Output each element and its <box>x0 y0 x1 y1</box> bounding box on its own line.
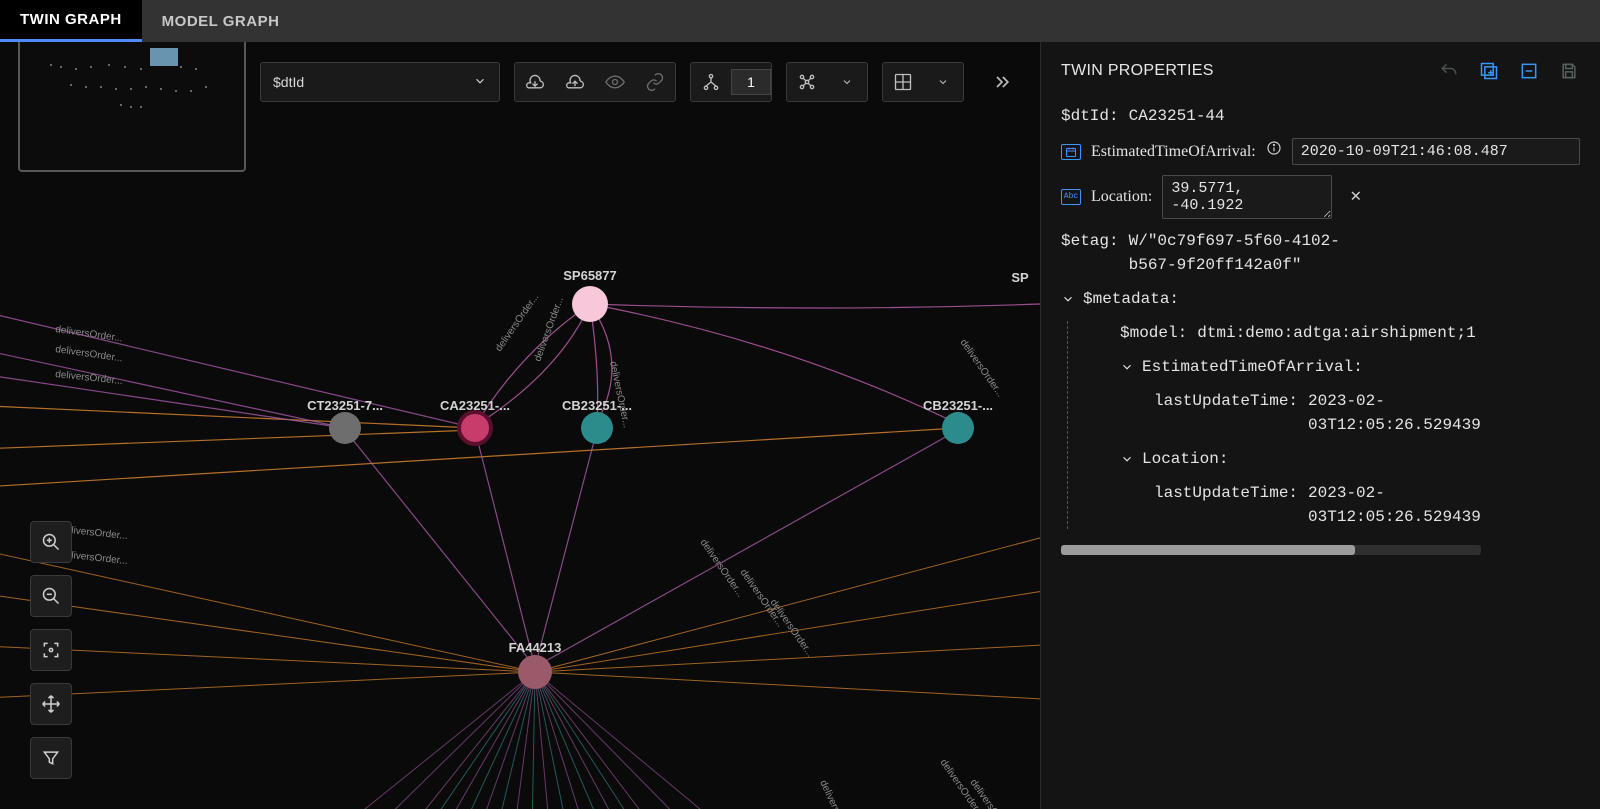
chevron-down-icon[interactable] <box>923 63 963 101</box>
collapse-all-icon[interactable] <box>1518 60 1540 82</box>
clear-icon[interactable]: ✕ <box>1350 184 1361 211</box>
svg-text:deliversOrder...: deliversOrder... <box>532 296 566 363</box>
panel-title: TWIN PROPERTIES <box>1061 62 1214 80</box>
canvas-tools <box>30 521 72 779</box>
metadata-label: $metadata: <box>1083 287 1179 311</box>
info-icon[interactable] <box>1266 140 1282 164</box>
model-label: $model: <box>1120 321 1187 345</box>
overflow-icon[interactable] <box>982 62 1022 102</box>
svg-text:CB23251-...: CB23251-... <box>923 398 993 413</box>
metadata-toggle[interactable]: $metadata: <box>1061 287 1179 311</box>
eta-input[interactable] <box>1292 138 1580 165</box>
location-label: Location: <box>1091 185 1152 209</box>
node-fa44213[interactable]: FA44213 <box>509 640 562 689</box>
svg-text:deliversOrder...: deliversOrder... <box>55 324 124 344</box>
svg-text:deliversOrder...: deliversOrder... <box>493 292 541 354</box>
lut-value-2: 2023-02-03T12:05:26.529439 <box>1308 481 1548 529</box>
chevron-down-icon <box>473 74 487 91</box>
loc-meta-label: Location: <box>1142 447 1228 471</box>
lut-label-2: lastUpdateTime: <box>1154 481 1298 505</box>
minimap[interactable] <box>18 42 246 172</box>
hierarchy-icon[interactable] <box>691 63 731 101</box>
add-property-icon[interactable] <box>1478 60 1500 82</box>
property-select[interactable]: $dtId <box>260 62 500 102</box>
tab-twin-graph[interactable]: TWIN GRAPH <box>0 0 142 42</box>
lut-value-1: 2023-02-03T12:05:26.529439 <box>1308 389 1548 437</box>
svg-text:CA23251-...: CA23251-... <box>440 398 510 413</box>
node-ca23251[interactable]: CA23251-... <box>440 398 510 444</box>
expand-group <box>690 62 772 102</box>
save-icon[interactable] <box>1558 60 1580 82</box>
svg-text:SP65877: SP65877 <box>563 268 617 283</box>
svg-text:SP: SP <box>1011 270 1029 285</box>
graph-toolbar: $dtId <box>18 60 1022 104</box>
svg-text:CT23251-7...: CT23251-7... <box>307 398 383 413</box>
graph-canvas[interactable]: $dtId <box>0 42 1040 809</box>
string-type-icon: Abc <box>1061 189 1081 205</box>
dtid-label: $dtId: <box>1061 104 1119 128</box>
svg-text:deliversOrder...: deliversOrder... <box>607 360 632 429</box>
view-group <box>882 62 964 102</box>
property-select-value: $dtId <box>273 74 304 90</box>
location-input[interactable]: 39.5771, -40.1922 <box>1162 175 1332 219</box>
svg-text:deliversOrder...: deliversOrder... <box>817 779 856 809</box>
etag-label: $etag: <box>1061 229 1119 253</box>
svg-text:FA44213: FA44213 <box>509 640 562 655</box>
etag-value: W/"0c79f697-5f60-4102-b567-9f20ff142a0f" <box>1129 229 1369 277</box>
lut-label-1: lastUpdateTime: <box>1154 389 1298 413</box>
loc-meta-toggle[interactable]: Location: <box>1120 447 1228 471</box>
undo-icon[interactable] <box>1438 60 1460 82</box>
svg-text:deliversOrder...: deliversOrder... <box>698 537 746 599</box>
eta-meta-toggle[interactable]: EstimatedTimeOfArrival: <box>1120 355 1363 379</box>
cloud-download-icon[interactable] <box>515 63 555 101</box>
twin-properties-panel: TWIN PROPERTIES $dtId: CA23251-44 Estima… <box>1040 42 1600 809</box>
eta-label: EstimatedTimeOfArrival: <box>1091 140 1256 164</box>
zoom-out-icon[interactable] <box>30 575 72 617</box>
grid-icon[interactable] <box>883 63 923 101</box>
tab-bar: TWIN GRAPH MODEL GRAPH <box>0 0 1600 42</box>
fit-screen-icon[interactable] <box>30 629 72 671</box>
import-export-group <box>514 62 676 102</box>
svg-text:deliversOrder...: deliversOrder... <box>55 344 124 364</box>
svg-text:deliversOrder...: deliversOrder... <box>55 369 124 387</box>
svg-text:deliversOrder...: deliversOrder... <box>958 337 1006 399</box>
svg-text:CB23251-...: CB23251-... <box>562 398 632 413</box>
dtid-value: CA23251-44 <box>1129 104 1225 128</box>
datetime-type-icon <box>1061 144 1081 160</box>
chevron-down-icon[interactable] <box>827 63 867 101</box>
tab-model-graph[interactable]: MODEL GRAPH <box>142 0 300 42</box>
zoom-in-icon[interactable] <box>30 521 72 563</box>
horizontal-scrollbar[interactable] <box>1061 545 1481 555</box>
expand-level-input[interactable] <box>731 69 771 95</box>
network-icon[interactable] <box>787 63 827 101</box>
filter-icon[interactable] <box>30 737 72 779</box>
eta-meta-label: EstimatedTimeOfArrival: <box>1142 355 1363 379</box>
link-icon[interactable] <box>635 63 675 101</box>
node-sp65877[interactable]: SP65877 <box>563 268 617 322</box>
layout-group <box>786 62 868 102</box>
model-value: dtmi:demo:adtga:airshipment;1 <box>1197 321 1475 345</box>
node-sp-right[interactable]: SP <box>1011 270 1029 285</box>
eye-icon[interactable] <box>595 63 635 101</box>
pan-icon[interactable] <box>30 683 72 725</box>
node-cb23251-b[interactable]: CB23251-... <box>923 398 993 444</box>
cloud-upload-icon[interactable] <box>555 63 595 101</box>
